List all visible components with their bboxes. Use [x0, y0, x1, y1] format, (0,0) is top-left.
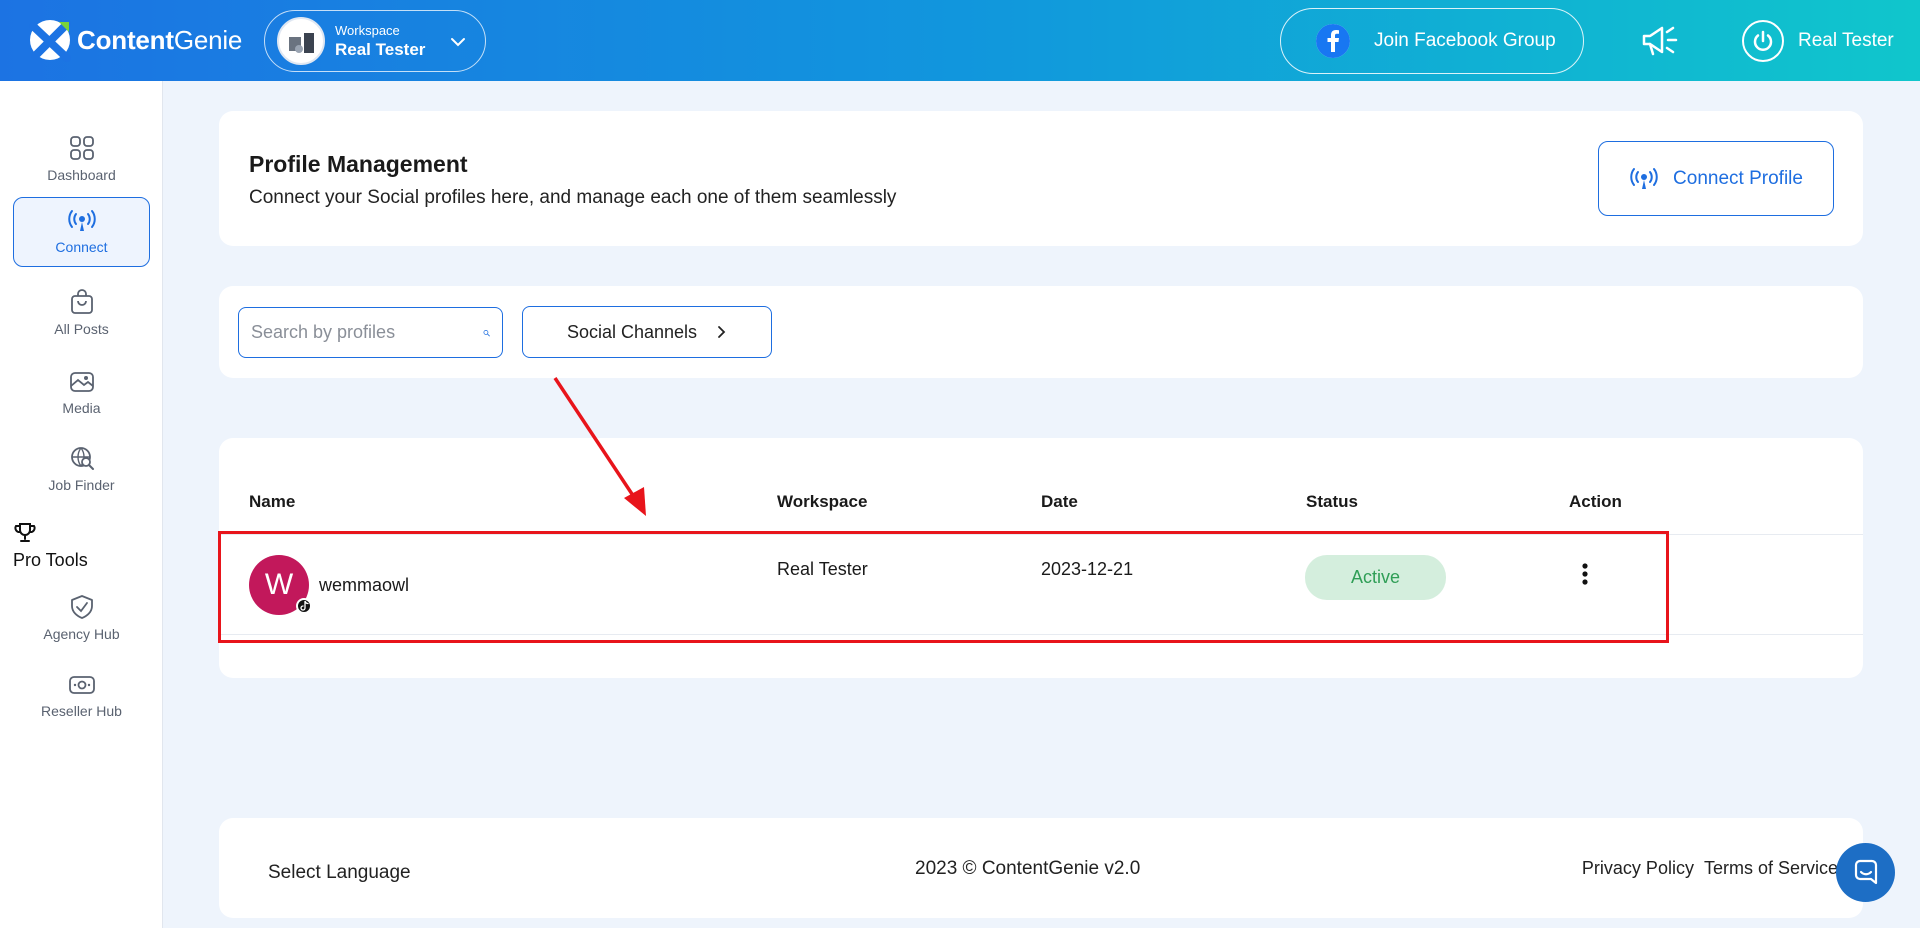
- social-channels-label: Social Channels: [566, 321, 698, 342]
- sidebar-item-agency-hub[interactable]: Agency Hub: [13, 583, 150, 653]
- social-channels-button[interactable]: Social Channels: [522, 306, 772, 358]
- user-name: Real Tester: [1798, 30, 1894, 51]
- chat-support-button[interactable]: [1836, 843, 1895, 902]
- profile-management-card: Profile Management Connect your Social p…: [219, 111, 1863, 246]
- sidebar-item-label: Media: [62, 400, 101, 416]
- money-icon: [68, 676, 95, 694]
- app-logo[interactable]: ContentGenie: [29, 18, 242, 62]
- grid-icon: [69, 136, 94, 160]
- shopping-bag-icon: [70, 289, 93, 314]
- privacy-policy-link[interactable]: Privacy Policy: [1582, 858, 1694, 879]
- facebook-icon: [1316, 24, 1350, 58]
- chevron-down-icon: [451, 38, 465, 47]
- workspace-name: Real Tester: [335, 39, 426, 59]
- page-title: Profile Management: [249, 151, 468, 177]
- pro-tools-heading: Pro Tools: [13, 522, 88, 571]
- image-icon: [69, 372, 94, 392]
- column-header-action: Action: [1569, 492, 1622, 511]
- profile-workspace: Real Tester: [777, 559, 868, 579]
- sidebar-item-media[interactable]: Media: [13, 357, 150, 427]
- more-actions-icon[interactable]: [1581, 562, 1589, 586]
- pro-tools-label: Pro Tools: [13, 550, 88, 570]
- search-globe-icon: [70, 447, 94, 470]
- terms-of-service-link[interactable]: Terms of Service: [1704, 858, 1838, 879]
- filter-bar: Social Channels: [219, 286, 1863, 378]
- sidebar-item-job-finder[interactable]: Job Finder: [13, 434, 150, 504]
- page-subtitle: Connect your Social profiles here, and m…: [249, 187, 897, 208]
- sidebar-item-all-posts[interactable]: All Posts: [13, 278, 150, 348]
- workspace-label: Workspace: [335, 22, 400, 38]
- chevron-right-icon: [718, 326, 726, 338]
- tiktok-icon: [296, 598, 312, 614]
- connect-profile-label: Connect Profile: [1673, 167, 1803, 189]
- announcement-icon[interactable]: [1640, 22, 1680, 65]
- row-divider: [219, 534, 1863, 535]
- trophy-icon: [14, 523, 36, 542]
- top-header: ContentGenie Workspace Real Tester Join …: [0, 0, 1920, 81]
- workspace-avatar: [277, 17, 325, 65]
- profile-name: wemmaowl: [319, 575, 410, 595]
- sidebar-item-label: All Posts: [54, 321, 109, 337]
- broadcast-icon: [1630, 167, 1658, 189]
- search-input[interactable]: [251, 322, 483, 343]
- copyright: 2023 © ContentGenie v2.0: [915, 858, 1141, 879]
- sidebar-item-label: Agency Hub: [43, 626, 120, 642]
- broadcast-icon: [67, 210, 96, 231]
- sidebar-item-label: Job Finder: [48, 477, 115, 493]
- language-selector[interactable]: Select Language: [268, 862, 411, 884]
- column-header-name: Name: [249, 492, 296, 511]
- sidebar-item-dashboard[interactable]: Dashboard: [13, 124, 150, 194]
- status-badge: Active: [1305, 555, 1446, 600]
- sidebar-item-connect[interactable]: Connect: [13, 197, 150, 267]
- sidebar-item-label: Connect: [55, 239, 108, 255]
- column-header-status: Status: [1306, 492, 1358, 511]
- power-icon: [1742, 20, 1784, 62]
- column-header-workspace: Workspace: [777, 492, 868, 511]
- join-facebook-group-button[interactable]: Join Facebook Group: [1280, 8, 1584, 74]
- search-box: [238, 307, 503, 358]
- search-icon[interactable]: [483, 321, 490, 345]
- sidebar-item-reseller-hub[interactable]: Reseller Hub: [13, 661, 150, 731]
- sidebar-item-label: Dashboard: [47, 167, 116, 183]
- profile-date: 2023-12-21: [1041, 559, 1134, 579]
- connect-profile-button[interactable]: Connect Profile: [1598, 141, 1834, 216]
- logo-icon: [29, 18, 71, 62]
- workspace-switcher[interactable]: Workspace Real Tester: [264, 10, 486, 72]
- profiles-table: Name Workspace Date Status Action W wemm…: [219, 438, 1863, 678]
- sidebar: Dashboard Connect All Posts Media Job Fi…: [0, 81, 163, 928]
- sidebar-item-label: Reseller Hub: [41, 703, 122, 719]
- footer: Select Language 2023 © ContentGenie v2.0…: [219, 818, 1863, 918]
- column-header-date: Date: [1041, 492, 1078, 511]
- row-divider: [219, 634, 1863, 635]
- shield-check-icon: [70, 595, 93, 619]
- user-menu[interactable]: Real Tester: [1742, 20, 1894, 62]
- logo-brand: Content: [77, 24, 174, 55]
- logo-brand-suffix: Genie: [173, 24, 243, 55]
- facebook-button-label: Join Facebook Group: [1374, 30, 1556, 51]
- chat-icon: [1854, 859, 1877, 884]
